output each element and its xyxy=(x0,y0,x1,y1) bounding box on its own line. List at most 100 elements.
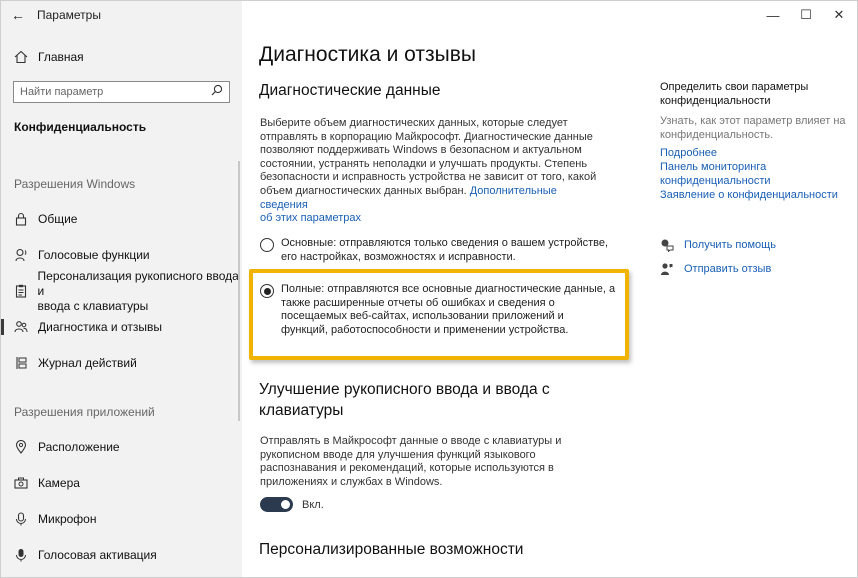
search-box[interactable] xyxy=(13,81,230,103)
label-line: его настройках, возможностях и исправнос… xyxy=(281,250,516,263)
link-privacy-statement[interactable]: Заявление о конфиденциальности xyxy=(660,188,850,202)
group-apps-header: Разрешения приложений xyxy=(14,405,155,419)
main-content: — ☐ ✕ Диагностика и отзывы Диагностическ… xyxy=(242,1,857,577)
section-tailored-title: Персонализированные возможности xyxy=(259,541,524,558)
sidebar-item-label: Голосовая активация xyxy=(38,547,157,562)
people-icon xyxy=(14,319,28,335)
app-title: Параметры xyxy=(37,8,101,22)
sidebar-item-label: Камера xyxy=(38,475,80,490)
sidebar-item-label: Общие xyxy=(38,211,78,226)
label-line: функций, работоспособности и применении … xyxy=(281,323,569,336)
sidebar-item-label: Расположение xyxy=(38,439,120,454)
settings-window: ← Параметры Главная Конфиденциальность Р… xyxy=(0,0,858,578)
desc-line: позволяют поддерживать Windows в безопас… xyxy=(260,144,582,157)
label-line: также расширенные отчеты об ошибках и св… xyxy=(281,296,555,309)
page-title: Диагностика и отзывы xyxy=(259,43,476,66)
sidebar-item-camera[interactable]: Камера xyxy=(1,474,242,492)
voice-activation-icon xyxy=(14,547,28,563)
radio-full[interactable]: Полные: отправляются все основные диагно… xyxy=(260,283,615,337)
desc-line: Выберите объем диагностических данных, к… xyxy=(260,117,568,129)
give-feedback-link[interactable]: Отправить отзыв xyxy=(660,262,771,276)
section-diagnostic-data-description: Выберите объем диагностических данных, к… xyxy=(260,117,605,226)
clipboard-icon xyxy=(14,283,28,299)
link-learn-more[interactable]: Подробнее xyxy=(660,146,850,160)
title-bar: ← Параметры xyxy=(1,1,242,29)
learn-more-link-cont[interactable]: об этих параметрах xyxy=(260,212,361,224)
home-icon xyxy=(14,49,28,65)
microphone-icon xyxy=(14,511,28,527)
label-line: Основные: отправляются только сведения о… xyxy=(281,237,609,249)
toggle-label: Вкл. xyxy=(302,498,324,511)
right-title-line: Определить свои параметры xyxy=(660,81,809,93)
radio-basic-circle[interactable] xyxy=(260,238,274,252)
back-arrow-icon: ← xyxy=(11,7,25,23)
inking-toggle-switch[interactable] xyxy=(260,497,293,512)
back-button[interactable]: ← xyxy=(1,1,35,29)
sidebar-item-label: Микрофон xyxy=(38,511,97,526)
lock-icon xyxy=(14,211,28,227)
nav-home-label: Главная xyxy=(38,50,84,64)
active-indicator xyxy=(1,319,4,335)
label-line-1: Персонализация рукописного ввода и xyxy=(37,268,239,298)
close-button[interactable]: ✕ xyxy=(819,1,857,29)
help-chat-icon xyxy=(660,238,674,252)
give-feedback-label: Отправить отзыв xyxy=(684,263,772,275)
sidebar-item-label: Диагностика и отзывы xyxy=(38,319,162,334)
sidebar-item-location[interactable]: Расположение xyxy=(1,438,242,456)
sidebar-item-label: Журнал действий xyxy=(38,355,137,370)
maximize-icon: ☐ xyxy=(800,7,812,22)
nav-home[interactable]: Главная xyxy=(1,45,242,69)
get-help-label: Получить помощь xyxy=(684,239,776,251)
section-inking-title: Улучшение рукописного ввода и ввода с кл… xyxy=(259,379,550,421)
sidebar-scrollbar[interactable] xyxy=(238,161,240,421)
feedback-icon xyxy=(660,262,674,276)
search-icon[interactable] xyxy=(211,83,223,101)
radio-selected-dot xyxy=(263,287,271,295)
sidebar-item-speech[interactable]: Голосовые функции xyxy=(1,246,242,264)
label-line: Полные: отправляются все основные диагно… xyxy=(281,283,616,295)
sidebar-item-voice-activation[interactable]: Голосовая активация xyxy=(1,546,242,564)
label-line-2: ввода с клавиатуры xyxy=(37,298,149,313)
link-line: Панель мониторинга xyxy=(660,161,767,173)
location-icon xyxy=(14,439,28,455)
sidebar-item-label: Персонализация рукописного ввода и ввода … xyxy=(38,269,242,314)
right-links: Подробнее Панель мониторинга конфиденциа… xyxy=(660,146,850,202)
link-line: конфиденциальности xyxy=(660,175,771,187)
inking-toggle-row: Вкл. xyxy=(260,497,324,512)
get-help-link[interactable]: Получить помощь xyxy=(660,238,776,252)
group-windows-header: Разрешения Windows xyxy=(14,177,136,191)
link-privacy-dashboard[interactable]: Панель мониторинга конфиденциальности xyxy=(660,160,850,188)
right-privacy-title: Определить свои параметры конфиденциальн… xyxy=(660,80,850,108)
sidebar-item-inking-typing[interactable]: Персонализация рукописного ввода и ввода … xyxy=(1,269,242,313)
timeline-icon xyxy=(14,355,28,371)
title-line: Улучшение рукописного ввода и ввода с xyxy=(259,381,550,398)
radio-full-circle[interactable] xyxy=(260,284,274,298)
sidebar-item-general[interactable]: Общие xyxy=(1,210,242,228)
sidebar-item-diagnostics[interactable]: Диагностика и отзывы xyxy=(1,318,242,336)
sidebar-item-activity-history[interactable]: Журнал действий xyxy=(1,354,242,372)
minimize-icon: — xyxy=(766,7,780,23)
right-title-line: конфиденциальности xyxy=(660,95,771,107)
right-note-line: конфиденциальность. xyxy=(660,129,774,141)
label-line: посещаемых веб-сайтах, использовании при… xyxy=(281,310,564,323)
desc-line: распознавания и рекомендаций, которые ис… xyxy=(260,462,554,475)
desc-line: объем диагностических данных выбран. xyxy=(260,184,467,197)
desc-line: отправлять в корпорацию Майкрософт. Диаг… xyxy=(260,130,593,143)
desc-line: рукописном вводе для улучшения функций я… xyxy=(260,448,536,461)
radio-basic[interactable]: Основные: отправляются только сведения о… xyxy=(260,237,608,264)
close-icon: ✕ xyxy=(833,7,845,22)
search-input[interactable] xyxy=(20,86,211,98)
section-title: Конфиденциальность xyxy=(14,120,147,134)
desc-line: безопасности и исправность устройства не… xyxy=(260,171,597,184)
sidebar: ← Параметры Главная Конфиденциальность Р… xyxy=(1,1,242,577)
sidebar-item-microphone[interactable]: Микрофон xyxy=(1,510,242,528)
title-line: клавиатуры xyxy=(259,402,344,419)
section-diagnostic-data-title: Диагностические данные xyxy=(259,82,441,99)
right-privacy-note: Узнать, как этот параметр влияет на конф… xyxy=(660,114,850,142)
section-inking-description: Отправлять в Майкрософт данные о вводе с… xyxy=(260,435,590,489)
desc-line: приложениях и службах в Windows. xyxy=(260,475,443,488)
sidebar-item-label: Голосовые функции xyxy=(38,247,150,262)
desc-line: состоянии, устранять неполадки и улучшат… xyxy=(260,157,588,170)
speech-icon xyxy=(14,247,28,263)
right-note-line: Узнать, как этот параметр влияет на xyxy=(660,115,846,127)
